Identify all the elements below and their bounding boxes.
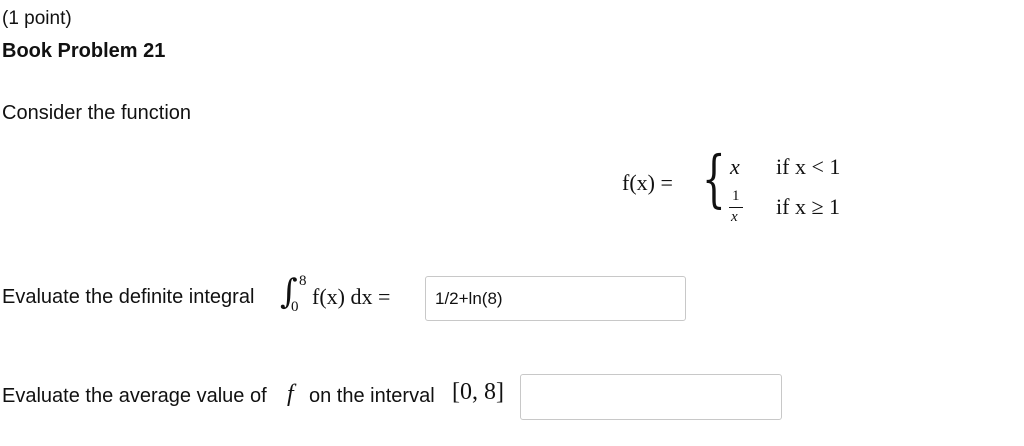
interval-label: [0, 8] (452, 379, 504, 405)
case2-condition: if x ≥ 1 (776, 194, 841, 219)
problem-intro: Consider the function (2, 102, 192, 124)
case1-value: x (730, 154, 740, 179)
average-answer-input[interactable] (520, 374, 782, 420)
function-lhs: f(x) = (622, 170, 673, 195)
integral-upper-limit: 8 (299, 273, 307, 289)
case2-numerator: 1 (732, 188, 740, 204)
case1-condition: if x < 1 (776, 154, 841, 179)
brace-symbol: { (702, 142, 726, 215)
integrand: f(x) dx = (312, 284, 391, 309)
average-question-suffix: on the interval (309, 385, 435, 407)
average-question-label: Evaluate the average value of (2, 385, 267, 407)
average-function-name: f (287, 381, 294, 407)
integral-question-label: Evaluate the definite integral (2, 286, 255, 308)
problem-title: Book Problem 21 (2, 40, 166, 62)
points-label: (1 point) (2, 8, 72, 29)
integral-lower-limit: 0 (291, 299, 299, 315)
case2-denominator: x (731, 209, 738, 225)
fraction-bar (729, 207, 743, 208)
integral-answer-input[interactable] (425, 276, 686, 321)
